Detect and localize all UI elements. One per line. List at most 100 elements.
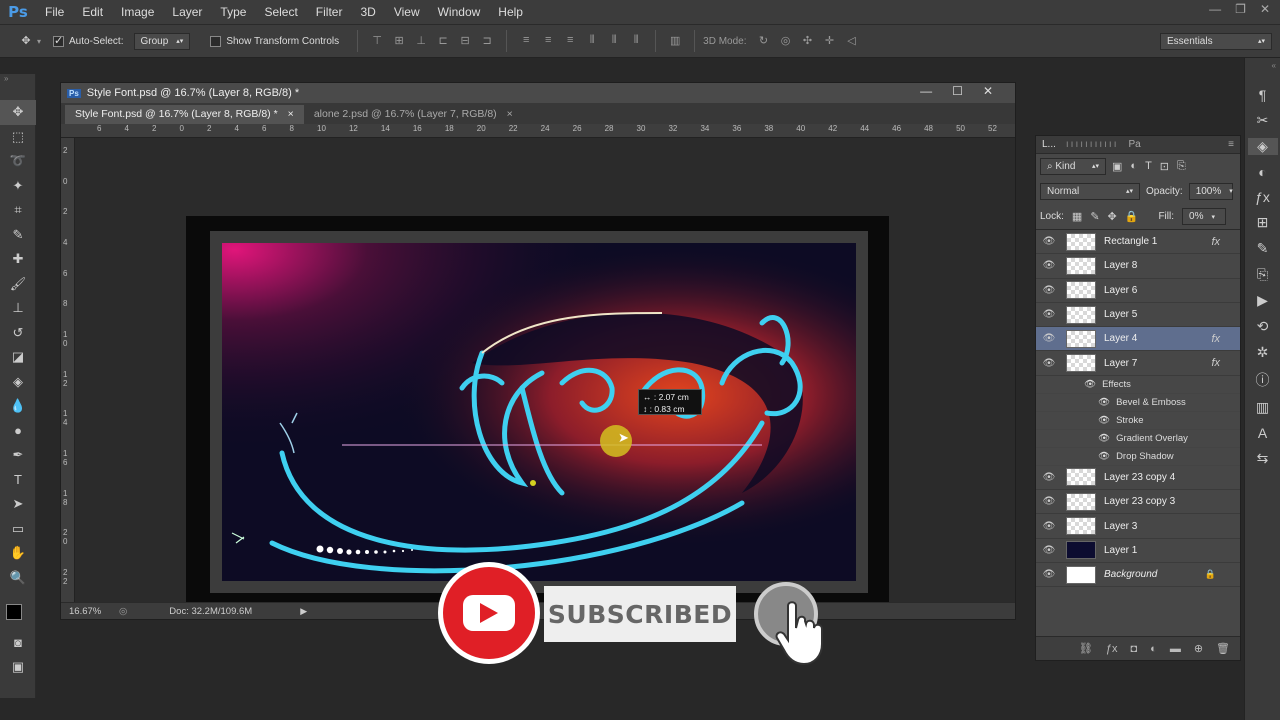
expand-panels-icon[interactable]: « (1245, 58, 1280, 73)
3d-drag-icon[interactable]: ✣ (800, 34, 816, 48)
distribute-top-icon[interactable]: ≡ (518, 34, 534, 48)
doc-minimize-icon[interactable]: — (920, 84, 932, 98)
panel-menu-icon[interactable]: ≡ (1228, 139, 1234, 150)
visibility-eye-icon[interactable]: 👁 (1036, 309, 1062, 320)
restore-icon[interactable]: ❐ (1235, 2, 1246, 16)
visibility-eye-icon[interactable]: 👁 (1036, 285, 1062, 296)
align-right-icon[interactable]: ⊐ (479, 34, 495, 48)
menu-type[interactable]: Type (211, 5, 255, 19)
3d-rotate-icon[interactable]: ↻ (756, 34, 772, 48)
menu-filter[interactable]: Filter (307, 5, 352, 19)
fill-field[interactable]: 0% ▾ (1182, 208, 1227, 225)
effect-stroke[interactable]: 👁 Stroke (1036, 412, 1240, 430)
menu-window[interactable]: Window (429, 5, 490, 19)
layer-row[interactable]: 👁 Layer 5 (1036, 303, 1240, 328)
visibility-eye-icon[interactable]: 👁 (1036, 472, 1062, 483)
layer-row[interactable]: 👁 Rectangle 1 fx (1036, 230, 1240, 255)
show-transform-checkbox[interactable] (210, 35, 222, 47)
menu-image[interactable]: Image (112, 5, 163, 19)
clone-source-icon[interactable]: ⎘ (1257, 266, 1268, 283)
tab-close-icon[interactable]: × (507, 108, 513, 121)
dodge-tool-icon[interactable]: ● (0, 419, 36, 444)
align-vcenter-icon[interactable]: ⊞ (391, 34, 407, 48)
filter-adjust-icon[interactable]: ◐ (1130, 160, 1137, 173)
horizontal-ruler[interactable]: 6 4 2 0 2 4 6 8 10 12 14 16 18 20 22 24 26 28 30 32 34 36 38 40… (61, 124, 1015, 138)
visibility-eye-icon[interactable]: 👁 (1036, 333, 1062, 344)
menu-view[interactable]: View (385, 5, 429, 19)
status-info-icon[interactable]: ◎ (119, 606, 127, 617)
quick-mask-icon[interactable]: ◙ (0, 630, 36, 655)
crop-tool-icon[interactable]: ⌗ (0, 198, 36, 223)
path-select-tool-icon[interactable]: ➤ (0, 492, 36, 517)
character-panel-icon[interactable]: A (1258, 425, 1267, 441)
tool-preset-chevron-icon[interactable]: ▾ (37, 37, 41, 46)
add-mask-icon[interactable]: ◘ (1131, 643, 1138, 655)
lasso-tool-icon[interactable]: ➰ (0, 149, 36, 174)
paragraph-panel-icon[interactable]: ¶ (1259, 87, 1267, 103)
distribute-left-icon[interactable]: ⦀ (584, 34, 600, 48)
move-tool-icon[interactable]: ✥ (18, 34, 34, 48)
eraser-tool-icon[interactable]: ◪ (0, 345, 36, 370)
screen-mode-icon[interactable]: ▣ (0, 655, 36, 680)
layers-tab[interactable]: L... (1042, 139, 1056, 150)
auto-align-icon[interactable]: ▥ (667, 34, 683, 48)
visibility-eye-icon[interactable]: 👁 (1036, 260, 1062, 271)
hand-tool-icon[interactable]: ✋ (0, 541, 36, 566)
effect-bevel[interactable]: 👁 Bevel & Emboss (1036, 394, 1240, 412)
align-left-icon[interactable]: ⊏ (435, 34, 451, 48)
foreground-color-swatch[interactable] (6, 604, 22, 620)
distribute-right-icon[interactable]: ⦀ (628, 34, 644, 48)
visibility-eye-icon[interactable]: 👁 (1036, 358, 1062, 369)
opacity-field[interactable]: 100% ▾ (1188, 182, 1233, 200)
tab-alone-2[interactable]: alone 2.psd @ 16.7% (Layer 7, RGB/8) × (304, 105, 523, 124)
link-layers-icon[interactable]: ⛓ (1079, 642, 1093, 655)
visibility-eye-icon[interactable]: 👁 (1036, 496, 1062, 507)
rectangle-tool-icon[interactable]: ▭ (0, 517, 36, 542)
menu-help[interactable]: Help (489, 5, 532, 19)
tools-panel-icon[interactable]: ✂ (1257, 112, 1269, 129)
brushes-panel-icon[interactable]: ✎ (1257, 240, 1269, 257)
menu-layer[interactable]: Layer (163, 5, 211, 19)
paths-tab[interactable]: Pa (1128, 139, 1140, 150)
distribute-vcenter-icon[interactable]: ≡ (540, 34, 556, 48)
lock-transparent-icon[interactable]: ▦ (1072, 210, 1082, 223)
distribute-bottom-icon[interactable]: ≡ (562, 34, 578, 48)
align-top-icon[interactable]: ⊤ (369, 34, 385, 48)
effect-gradient-overlay[interactable]: 👁 Gradient Overlay (1036, 430, 1240, 448)
layer-row-background[interactable]: 👁 Background 🔒 (1036, 563, 1240, 588)
menu-edit[interactable]: Edit (73, 5, 112, 19)
channels-panel-icon[interactable]: ⊞ (1257, 214, 1269, 231)
layer-row[interactable]: 👁 Layer 6 (1036, 279, 1240, 303)
visibility-eye-icon[interactable]: 👁 (1036, 236, 1062, 247)
filter-type-icon[interactable]: T (1145, 160, 1152, 173)
pen-tool-icon[interactable]: ✒ (0, 443, 36, 468)
new-group-icon[interactable]: ▬ (1170, 643, 1181, 655)
3d-scale-icon[interactable]: ◁ (844, 34, 860, 48)
new-adjustment-icon[interactable]: ◐ (1150, 643, 1157, 655)
minimize-icon[interactable]: — (1209, 2, 1221, 16)
filter-shape-icon[interactable]: ⊡ (1160, 160, 1169, 173)
actions-panel-icon[interactable]: ▶ (1257, 292, 1268, 309)
layers-panel-icon[interactable]: ◈ (1247, 138, 1278, 155)
vertical-ruler[interactable]: 2 0 2 4 6 8 1 0 1 2 1 4 1 6 1 8 2 0 2 2 (61, 138, 75, 602)
marquee-tool-icon[interactable]: ⬚ (0, 125, 36, 150)
zoom-level[interactable]: 16.67% (69, 606, 115, 617)
auto-select-target-dropdown[interactable]: Group ▴▾ (133, 32, 191, 50)
3d-roll-icon[interactable]: ◎ (778, 34, 794, 48)
layer-row[interactable]: 👁 Layer 23 copy 4 (1036, 466, 1240, 491)
auto-select-checkbox[interactable] (53, 34, 65, 47)
new-layer-icon[interactable]: ⊕ (1194, 642, 1203, 655)
distribute-hcenter-icon[interactable]: ⦀ (606, 34, 622, 48)
doc-close-icon[interactable]: ✕ (983, 84, 993, 98)
visibility-eye-icon[interactable]: 👁 (1036, 521, 1062, 532)
fx-badge[interactable]: fx (1211, 357, 1220, 369)
layer-row[interactable]: 👁 Layer 23 copy 3 (1036, 490, 1240, 515)
zoom-tool-icon[interactable]: 🔍 (0, 566, 36, 591)
paint-bucket-icon[interactable]: ◈ (0, 370, 36, 395)
layer-row[interactable]: 👁 Layer 3 (1036, 514, 1240, 539)
healing-tool-icon[interactable]: ✚ (0, 247, 36, 272)
visibility-eye-icon[interactable]: 👁 (1036, 545, 1062, 556)
quick-select-tool-icon[interactable]: ✦ (0, 174, 36, 199)
filter-pixel-icon[interactable]: ▣ (1112, 160, 1122, 173)
stamp-tool-icon[interactable]: ⊥ (0, 296, 36, 321)
